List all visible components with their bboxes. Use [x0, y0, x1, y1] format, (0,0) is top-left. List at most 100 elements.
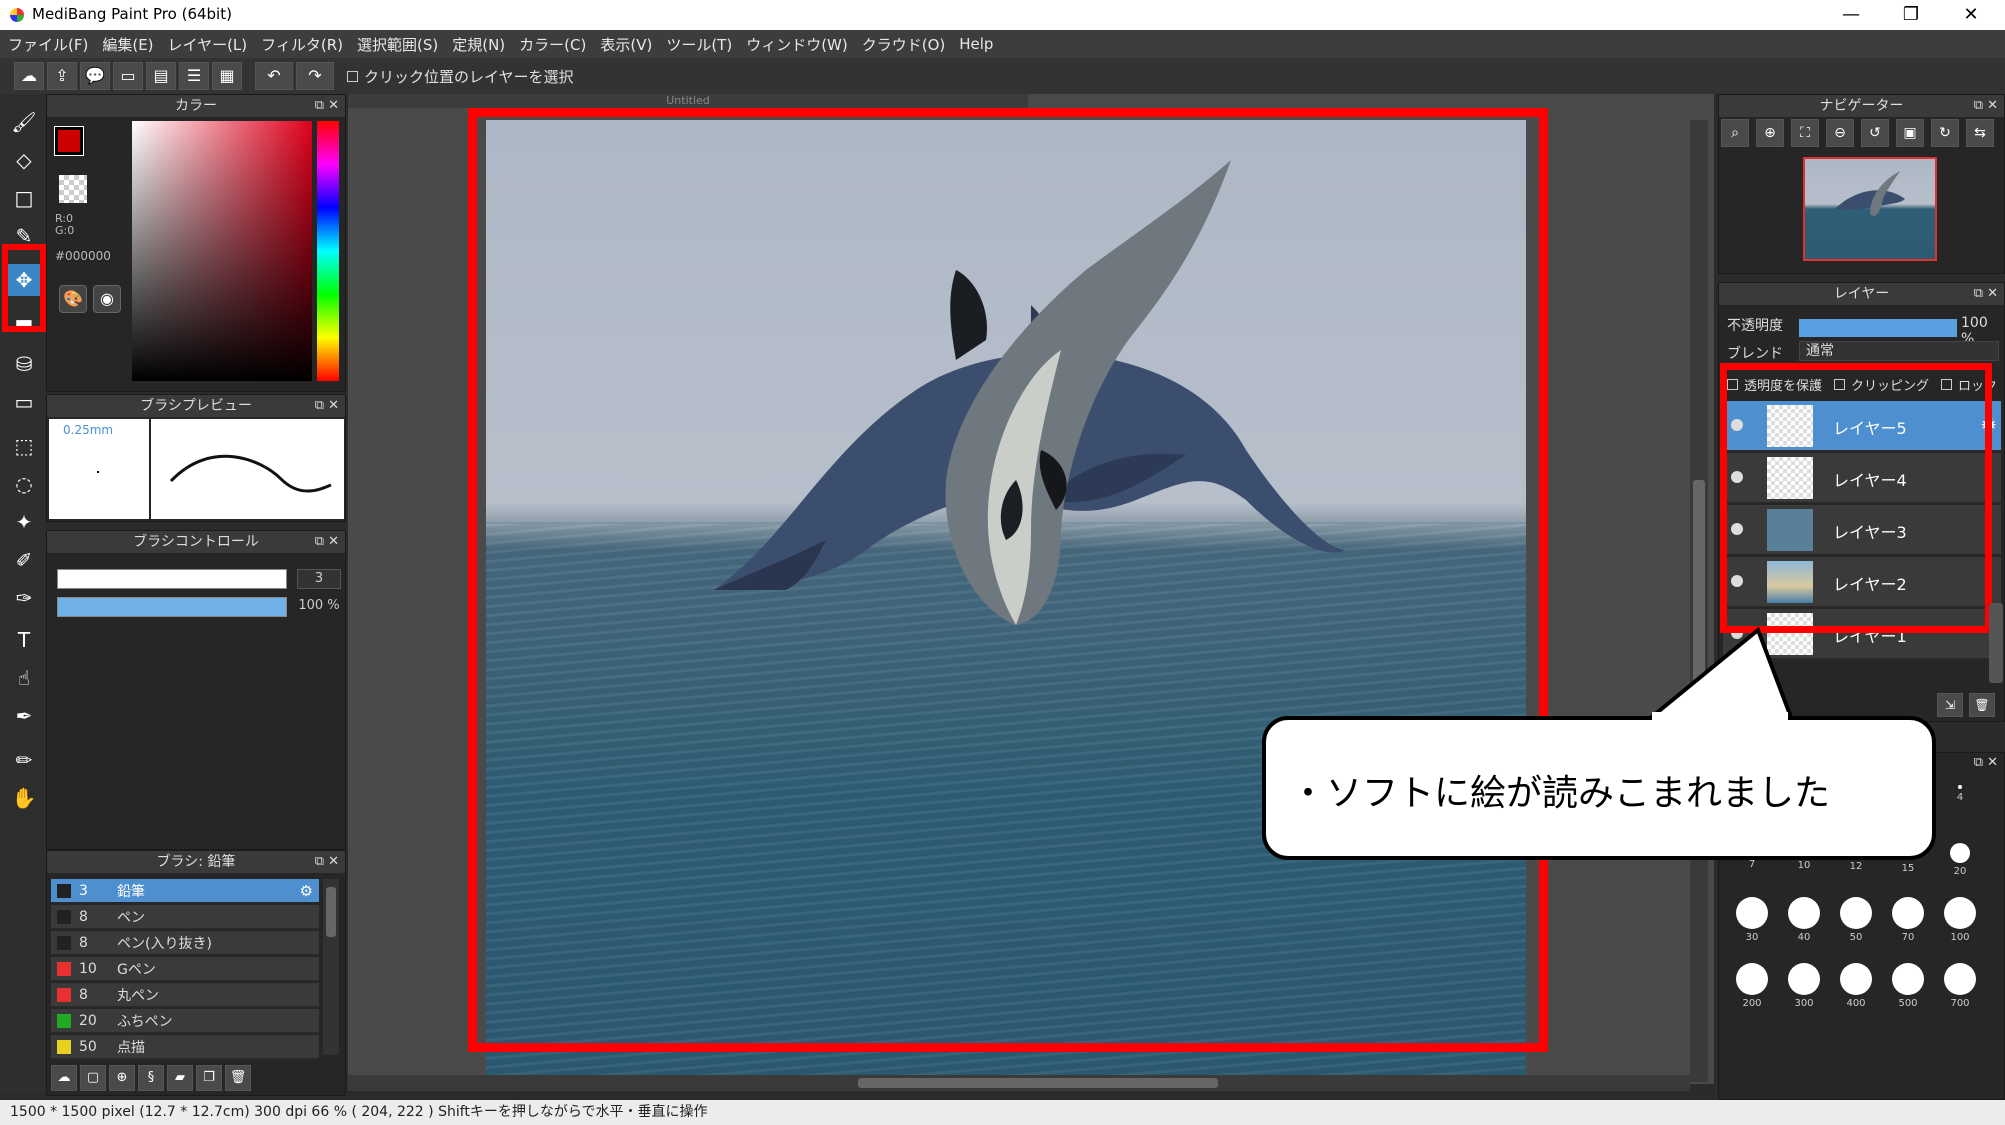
brush-opacity-slider[interactable] — [57, 597, 287, 617]
eyedropper-tool-icon[interactable]: ✏ — [8, 744, 40, 776]
brush-settings-icon[interactable]: § — [138, 1065, 164, 1091]
brush-size-preset[interactable]: 500 — [1883, 963, 1933, 1009]
brush-size-preset[interactable]: 4 — [1935, 785, 1985, 829]
page-icon[interactable]: ▤ — [146, 62, 176, 90]
layer-scroll-thumb[interactable] — [1989, 603, 2003, 683]
transparent-color-swatch[interactable] — [59, 175, 87, 203]
brush-size-preset[interactable]: 40 — [1779, 897, 1829, 943]
trash-icon[interactable]: 🗑 — [225, 1065, 251, 1091]
brush-list-item[interactable]: 8 ペン — [51, 905, 319, 929]
rotate-right-icon[interactable]: ↻ — [1931, 119, 1959, 147]
brush-list-item[interactable]: 8 丸ペン — [51, 983, 319, 1007]
speech-bubble-icon[interactable]: 💬 — [80, 62, 110, 90]
close-button[interactable]: ✕ — [1946, 2, 1996, 28]
panel-close-icon[interactable]: ⧉ ✕ — [315, 851, 339, 873]
reset-view-icon[interactable]: ▣ — [1896, 119, 1924, 147]
restore-button[interactable]: ❐ — [1886, 2, 1936, 28]
panel-close-icon[interactable]: ⧉ ✕ — [1974, 755, 1998, 770]
menu-color[interactable]: カラー(C) — [519, 34, 586, 55]
brush-list-item[interactable]: 20 ふちペン — [51, 1009, 319, 1033]
brush-size-slider[interactable] — [57, 569, 287, 589]
eraser-tool-icon[interactable]: ◇ — [8, 144, 40, 176]
menu-cloud[interactable]: クラウド(O) — [862, 34, 946, 55]
saturation-value-picker[interactable] — [132, 121, 312, 381]
folder-icon[interactable]: ▰ — [167, 1065, 193, 1091]
select-pen-tool-icon[interactable]: ✐ — [8, 544, 40, 576]
document-tab[interactable]: Untitled — [348, 94, 1028, 108]
color-wheel-icon[interactable]: ◉ — [93, 285, 121, 313]
minimize-button[interactable]: — — [1826, 2, 1876, 28]
flip-icon[interactable]: ⇆ — [1966, 119, 1994, 147]
brush-size-preset[interactable]: 20 — [1935, 843, 1985, 887]
upload-icon[interactable]: ⇪ — [47, 62, 77, 90]
operation-tool-icon[interactable]: ☝ — [8, 662, 40, 694]
brush-size-preset[interactable]: 100 — [1935, 897, 1985, 943]
grid-icon[interactable]: ▦ — [212, 62, 242, 90]
bucket-tool-icon[interactable]: ⛁ — [8, 348, 40, 380]
menu-window[interactable]: ウィンドウ(W) — [746, 34, 848, 55]
undo-icon[interactable]: ↶ — [255, 62, 293, 90]
list-icon[interactable]: ☰ — [179, 62, 209, 90]
menu-file[interactable]: ファイル(F) — [8, 34, 88, 55]
scroll-thumb[interactable] — [326, 887, 336, 937]
new-brush-icon[interactable]: ▢ — [80, 1065, 106, 1091]
divide-tool-icon[interactable]: ✒ — [8, 700, 40, 732]
brush-size-preset[interactable]: 300 — [1779, 963, 1829, 1009]
brush-list-item[interactable]: 10 Gペン — [51, 957, 319, 981]
brush-size-preset[interactable]: 700 — [1935, 963, 1985, 1009]
select-rect-tool-icon[interactable]: ⬚ — [8, 430, 40, 462]
delete-layer-icon[interactable]: 🗑 — [1969, 693, 1995, 717]
brush-list-item[interactable]: 8 ペン(入り抜き) — [51, 931, 319, 955]
redo-icon[interactable]: ↷ — [296, 62, 334, 90]
select-eraser-tool-icon[interactable]: ✑ — [8, 582, 40, 614]
hue-slider[interactable] — [317, 121, 339, 381]
brush-size-preset[interactable]: 50 — [1831, 897, 1881, 943]
zoom-out-icon[interactable]: ⊖ — [1826, 119, 1854, 147]
panel-close-icon[interactable]: ⧉ ✕ — [315, 531, 339, 553]
gear-icon[interactable]: ⚙ — [300, 882, 313, 900]
fit-window-icon[interactable]: ⛶ — [1791, 119, 1819, 147]
brush-size-preset[interactable]: 200 — [1727, 963, 1777, 1009]
brush-list-item[interactable]: 50 点描 — [51, 1035, 319, 1059]
lasso-tool-icon[interactable]: ◌ — [8, 468, 40, 500]
panel-close-icon[interactable]: ⧉ ✕ — [315, 95, 339, 117]
menu-filter[interactable]: フィルタ(R) — [261, 34, 343, 55]
add-brush-icon[interactable]: ⊕ — [109, 1065, 135, 1091]
menu-layer[interactable]: レイヤー(L) — [168, 34, 248, 55]
hand-tool-icon[interactable]: ✋ — [8, 782, 40, 814]
scroll-thumb[interactable] — [858, 1078, 1218, 1088]
foreground-color-swatch[interactable] — [54, 126, 84, 156]
panel-close-icon[interactable]: ⧉ ✕ — [1974, 95, 1998, 117]
brush-size-preset[interactable]: 70 — [1883, 897, 1933, 943]
duplicate-icon[interactable]: ❐ — [196, 1065, 222, 1091]
canvas-horizontal-scrollbar[interactable] — [348, 1075, 1690, 1091]
menu-ruler[interactable]: 定規(N) — [452, 34, 505, 55]
zoom-in-icon[interactable]: ⊕ — [1756, 119, 1784, 147]
rectangle-tool-icon[interactable]: □ — [8, 182, 40, 214]
brush-size-value[interactable]: 3 — [297, 569, 341, 589]
palette-icon[interactable]: 🎨 — [59, 285, 87, 313]
magic-wand-tool-icon[interactable]: ✦ — [8, 506, 40, 538]
menu-view[interactable]: 表示(V) — [600, 34, 652, 55]
zoom-fit-icon[interactable]: ⌕ — [1721, 119, 1749, 147]
brush-list-scrollbar[interactable] — [323, 879, 339, 1055]
cloud-brush-icon[interactable]: ☁ — [51, 1065, 77, 1091]
select-layer-on-click-checkbox[interactable]: クリック位置のレイヤーを選択 — [347, 66, 574, 87]
brush-size-preset[interactable]: 400 — [1831, 963, 1881, 1009]
menu-tool[interactable]: ツール(T) — [666, 34, 732, 55]
navigator-thumbnail[interactable] — [1803, 157, 1937, 261]
menu-help[interactable]: Help — [959, 35, 993, 53]
merge-layer-icon[interactable]: ⇲ — [1937, 693, 1963, 717]
gradient-tool-icon[interactable]: ▭ — [8, 386, 40, 418]
canvas-vertical-scrollbar[interactable] — [1690, 120, 1708, 1082]
rotate-left-icon[interactable]: ↺ — [1861, 119, 1889, 147]
text-tool-icon[interactable]: T — [8, 624, 40, 656]
menu-selection[interactable]: 選択範囲(S) — [357, 34, 438, 55]
cloud-icon[interactable]: ☁ — [14, 62, 44, 90]
comment-icon[interactable]: ▭ — [113, 62, 143, 90]
panel-close-icon[interactable]: ⧉ ✕ — [315, 395, 339, 417]
brush-list-item[interactable]: 3 鉛筆 ⚙ — [51, 879, 319, 903]
brush-tool-icon[interactable]: 🖌 — [8, 106, 40, 138]
menu-edit[interactable]: 編集(E) — [102, 34, 153, 55]
brush-size-preset[interactable]: 30 — [1727, 897, 1777, 943]
